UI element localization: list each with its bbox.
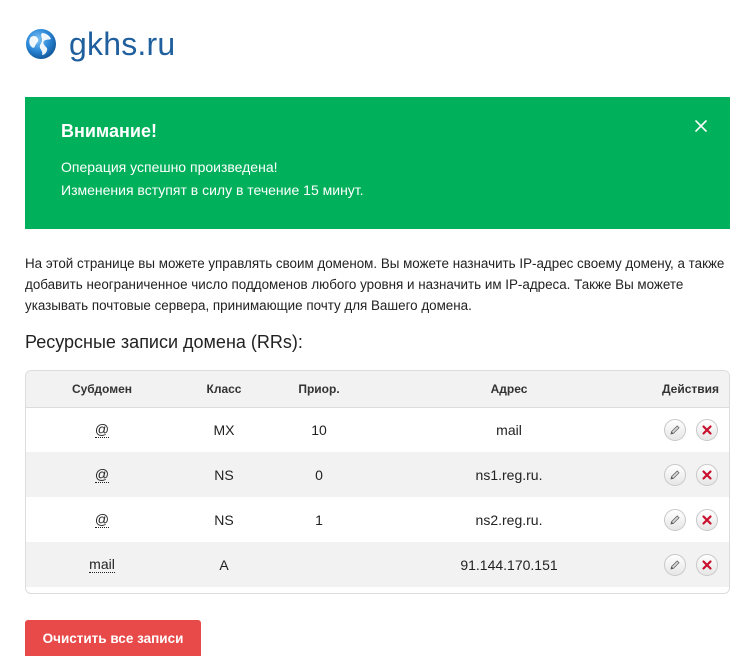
record-priority: 1 [315, 511, 323, 528]
delete-button[interactable] [695, 508, 718, 531]
site-header: gkhs.ru [25, 22, 175, 66]
records-section-title: Ресурсные записи домена (RRs): [25, 332, 303, 352]
record-address: ns1.reg.ru. [475, 466, 543, 483]
row-actions [650, 418, 729, 441]
delete-x-icon [701, 425, 712, 435]
pencil-icon [669, 469, 680, 480]
record-priority [270, 542, 368, 587]
subdomain-link[interactable]: @ [94, 421, 110, 439]
alert-message-line: Изменения вступят в силу в течение 15 ми… [61, 182, 364, 198]
record-priority: 0 [315, 466, 323, 483]
pencil-icon [669, 559, 680, 570]
table-row: @ MX 10 mail [26, 407, 729, 452]
edit-button[interactable] [663, 463, 686, 486]
subdomain-link[interactable]: @ [94, 511, 110, 528]
column-header-actions: Действия [661, 381, 720, 396]
record-class: NS [214, 466, 234, 483]
close-icon[interactable] [694, 119, 708, 133]
row-actions [650, 553, 729, 576]
pencil-icon [669, 514, 680, 525]
record-address: 91.144.170.151 [460, 556, 558, 573]
globe-icon [26, 29, 56, 59]
pencil-icon [669, 425, 680, 435]
record-address: mail [496, 421, 522, 438]
clear-all-records-button[interactable]: Очистить все записи [25, 620, 201, 656]
subdomain-link[interactable]: @ [94, 466, 110, 483]
subdomain-link[interactable]: mail [89, 556, 115, 573]
delete-button[interactable] [695, 418, 718, 441]
column-header-address: Адрес [490, 381, 528, 396]
delete-x-icon [701, 469, 712, 480]
record-class: A [219, 556, 229, 573]
records-table: Субдомен Класс Приор. Адрес Действия @ M… [25, 370, 730, 594]
row-actions [650, 463, 729, 486]
edit-button[interactable] [663, 418, 686, 441]
column-header-priority: Приор. [298, 381, 340, 396]
table-row: @ NS 0 ns1.reg.ru. [26, 452, 729, 497]
record-class: NS [214, 511, 234, 528]
row-actions [650, 508, 729, 531]
column-header-subdomain: Субдомен [71, 381, 133, 396]
alert-title: Внимание! [61, 121, 157, 141]
intro-text: На этой странице вы можете управлять сво… [25, 256, 725, 313]
alert-message-line: Операция успешно произведена! [61, 159, 278, 175]
delete-x-icon [701, 514, 712, 525]
record-class: MX [213, 421, 235, 438]
table-row: @ NS 1 ns2.reg.ru. [26, 497, 729, 542]
delete-x-icon [701, 559, 712, 570]
record-priority: 10 [311, 421, 327, 438]
table-row: mail A 91.144.170.151 [26, 542, 729, 587]
delete-button[interactable] [695, 553, 718, 576]
site-title[interactable]: gkhs.ru [69, 26, 175, 63]
delete-button[interactable] [695, 463, 718, 486]
record-address: ns2.reg.ru. [475, 511, 543, 528]
table-header-row: Субдомен Класс Приор. Адрес Действия [26, 371, 729, 407]
success-alert: Внимание! Операция успешно произведена! … [25, 97, 730, 229]
column-header-class: Класс [206, 381, 242, 396]
edit-button[interactable] [663, 508, 686, 531]
edit-button[interactable] [663, 553, 686, 576]
